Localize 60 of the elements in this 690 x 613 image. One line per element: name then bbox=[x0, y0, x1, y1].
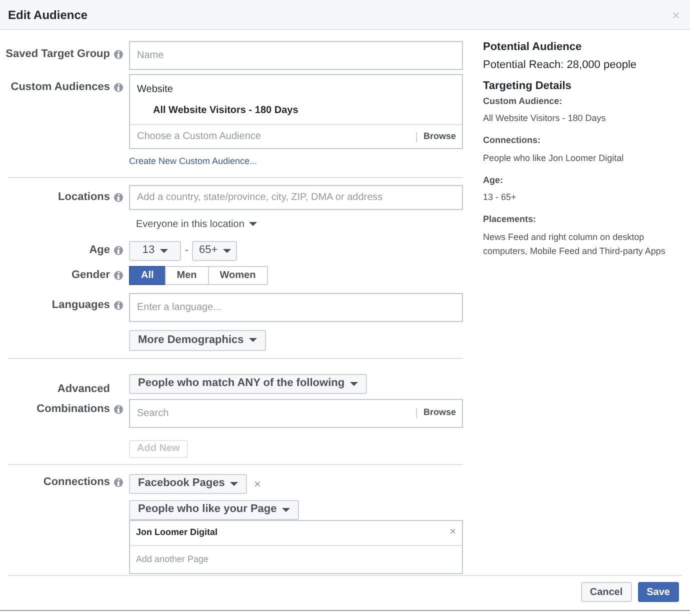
field-label: Combinations bbox=[36, 402, 110, 417]
field-label: Locations bbox=[58, 190, 110, 206]
connection-type-dropdown[interactable]: Facebook Pages bbox=[129, 474, 247, 494]
info-icon[interactable] bbox=[114, 246, 123, 255]
more-demographics-button[interactable]: More Demographics bbox=[129, 330, 266, 350]
name-field[interactable]: Name bbox=[129, 41, 463, 70]
field-label: Connections bbox=[43, 475, 110, 490]
field-label: Custom Audiences bbox=[10, 80, 110, 95]
info-icon[interactable] bbox=[114, 50, 123, 58]
field-label: Gender bbox=[71, 268, 110, 283]
save-button[interactable]: Save bbox=[638, 582, 679, 602]
page-item: Jon Loomer Digital bbox=[136, 526, 218, 539]
page-token-field[interactable]: Jon Loomer Digital × Add another Page bbox=[129, 520, 463, 574]
gender-option[interactable]: All bbox=[129, 266, 166, 284]
language-field[interactable]: Enter a language... bbox=[129, 292, 463, 322]
detail-text: 13 - 65+ bbox=[483, 191, 518, 204]
detail-text: News Feed and right column on desktop computers, Mobile Feed and Third-party Apps bbox=[483, 230, 666, 258]
gender-option[interactable]: Women bbox=[208, 266, 268, 284]
field-label: Saved Target Group bbox=[6, 46, 110, 62]
cancel-button[interactable]: Cancel bbox=[580, 582, 632, 602]
detail-heading: Age: bbox=[483, 174, 504, 187]
create-audience-link[interactable]: Create New Custom Audience... bbox=[129, 155, 258, 168]
age-min-dropdown[interactable]: 13 bbox=[129, 240, 181, 260]
info-icon[interactable] bbox=[114, 270, 123, 280]
search-field[interactable]: Search Browse bbox=[129, 398, 463, 428]
section-heading: Potential Audience bbox=[483, 40, 583, 55]
caret-icon bbox=[249, 222, 258, 226]
caret-icon bbox=[160, 248, 168, 252]
info-icon[interactable] bbox=[114, 404, 123, 414]
reach-text: Potential Reach: 28,000 people bbox=[483, 58, 638, 72]
detail-heading: Custom Audience: bbox=[483, 94, 564, 108]
gender-option[interactable]: Men bbox=[164, 266, 209, 284]
field-label: Languages bbox=[52, 298, 110, 314]
range-separator: - bbox=[185, 244, 188, 258]
match-dropdown[interactable]: People who match ANY of the following bbox=[129, 374, 367, 394]
caret-icon bbox=[282, 508, 290, 512]
detail-heading: Placements: bbox=[483, 213, 538, 226]
field-label: Age bbox=[89, 243, 110, 258]
detail-text: People who like Jon Loomer Digital bbox=[483, 152, 625, 164]
browse-button[interactable]: Browse bbox=[417, 406, 462, 420]
caret-icon bbox=[350, 382, 358, 386]
window-title: Edit Audience bbox=[8, 6, 88, 24]
caret-icon bbox=[222, 248, 231, 252]
info-icon[interactable] bbox=[114, 193, 123, 202]
connection-filter-dropdown[interactable]: People who like your Page bbox=[129, 500, 299, 520]
browse-button[interactable]: Browse bbox=[417, 130, 462, 144]
detail-heading: Connections: bbox=[483, 134, 542, 147]
caret-icon bbox=[230, 482, 238, 486]
age-max-dropdown[interactable]: 65+ bbox=[192, 240, 238, 260]
field-label: Advanced bbox=[57, 382, 110, 396]
section-heading: Targeting Details bbox=[483, 79, 572, 94]
group-heading: Website bbox=[137, 83, 174, 97]
info-icon[interactable] bbox=[114, 82, 123, 92]
caret-icon bbox=[248, 338, 257, 342]
info-icon[interactable] bbox=[114, 478, 123, 487]
audience-item[interactable]: All Website Visitors - 180 Days bbox=[137, 103, 455, 118]
detail-text: All Website Visitors - 180 Days bbox=[483, 112, 607, 125]
info-icon[interactable] bbox=[114, 301, 123, 310]
location-field[interactable]: Add a country, state/province, city, ZIP, DMA or address bbox=[129, 184, 463, 210]
audience-dropdown[interactable]: Everyone in this location bbox=[136, 216, 258, 232]
